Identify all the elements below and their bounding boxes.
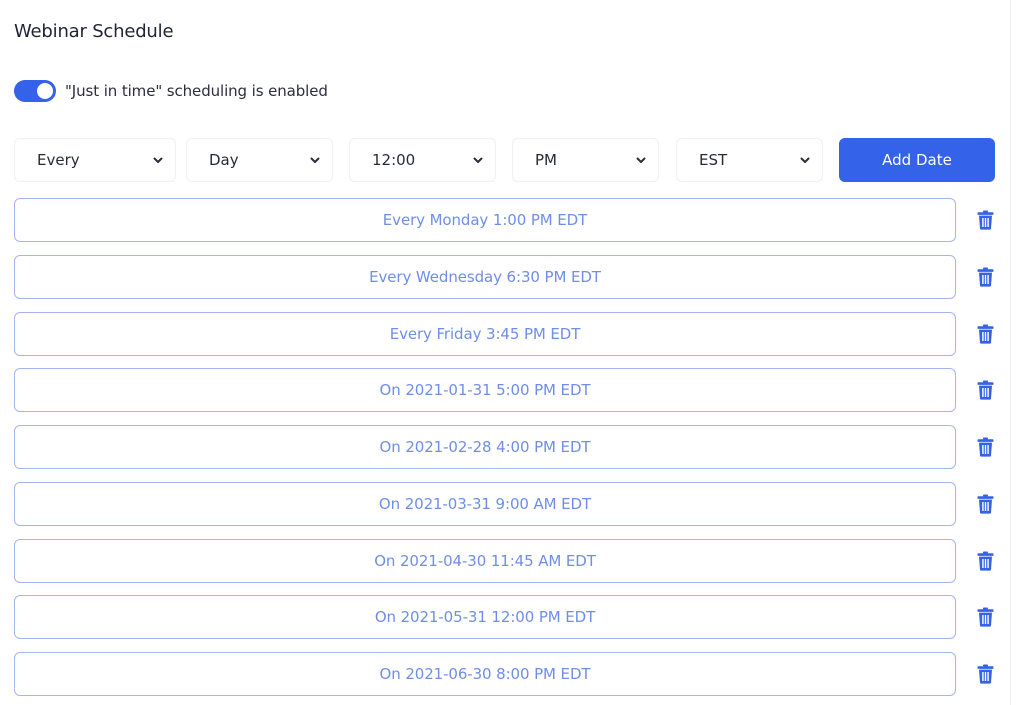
toggle-knob	[37, 83, 53, 99]
timezone-value: EST	[699, 151, 728, 169]
trash-icon[interactable]	[977, 607, 994, 627]
schedule-item-label[interactable]: Every Monday 1:00 PM EDT	[14, 198, 956, 242]
timezone-select[interactable]: EST	[676, 138, 823, 182]
schedule-item: On 2021-04-30 11:45 AM EDT	[14, 538, 1004, 583]
chevron-down-icon	[310, 157, 320, 163]
chevron-down-icon	[800, 157, 810, 163]
page-title: Webinar Schedule	[14, 21, 174, 42]
schedule-item-label[interactable]: On 2021-04-30 11:45 AM EDT	[14, 538, 956, 583]
schedule-item: Every Monday 1:00 PM EDT	[14, 198, 1004, 242]
trash-icon[interactable]	[977, 380, 994, 400]
schedule-item-label[interactable]: On 2021-02-28 4:00 PM EDT	[14, 425, 956, 469]
trash-icon[interactable]	[977, 494, 994, 514]
scrollbar-track[interactable]	[1010, 0, 1024, 705]
jit-scheduling-row: "Just in time" scheduling is enabled	[14, 80, 328, 102]
schedule-item-label[interactable]: On 2021-03-31 9:00 AM EDT	[14, 481, 956, 526]
schedule-item-label[interactable]: Every Wednesday 6:30 PM EDT	[14, 254, 956, 299]
meridiem-value: PM	[535, 151, 557, 169]
schedule-item: Every Friday 3:45 PM EDT	[14, 311, 1004, 356]
schedule-item: On 2021-01-31 5:00 PM EDT	[14, 368, 1004, 413]
frequency-value: Every	[37, 151, 80, 169]
add-date-button[interactable]: Add Date	[839, 138, 995, 182]
schedule-item-label[interactable]: On 2021-01-31 5:00 PM EDT	[14, 368, 956, 413]
period-value: Day	[209, 151, 239, 169]
trash-icon[interactable]	[977, 267, 994, 287]
schedule-list: Every Monday 1:00 PM EDT Every Wednesday…	[14, 198, 1004, 705]
period-select[interactable]: Day	[186, 138, 333, 182]
trash-icon[interactable]	[977, 437, 994, 457]
schedule-item-label[interactable]: Every Friday 3:45 PM EDT	[14, 311, 956, 356]
time-select[interactable]: 12:00	[349, 138, 496, 182]
jit-scheduling-label: "Just in time" scheduling is enabled	[65, 82, 328, 100]
schedule-item: Every Wednesday 6:30 PM EDT	[14, 254, 1004, 299]
schedule-item: On 2021-03-31 9:00 AM EDT	[14, 481, 1004, 526]
schedule-item: On 2021-02-28 4:00 PM EDT	[14, 425, 1004, 469]
trash-icon[interactable]	[977, 210, 994, 230]
meridiem-select[interactable]: PM	[512, 138, 659, 182]
schedule-item: On 2021-05-31 12:00 PM EDT	[14, 595, 1004, 640]
schedule-item-label[interactable]: On 2021-06-30 8:00 PM EDT	[14, 652, 956, 696]
schedule-item-label[interactable]: On 2021-05-31 12:00 PM EDT	[14, 595, 956, 640]
trash-icon[interactable]	[977, 324, 994, 344]
schedule-item: On 2021-06-30 8:00 PM EDT	[14, 652, 1004, 696]
frequency-select[interactable]: Every	[14, 138, 176, 182]
time-value: 12:00	[372, 151, 416, 169]
chevron-down-icon	[636, 157, 646, 163]
jit-scheduling-toggle[interactable]	[14, 80, 56, 102]
chevron-down-icon	[473, 157, 483, 163]
chevron-down-icon	[153, 157, 163, 163]
trash-icon[interactable]	[977, 664, 994, 684]
trash-icon[interactable]	[977, 551, 994, 571]
